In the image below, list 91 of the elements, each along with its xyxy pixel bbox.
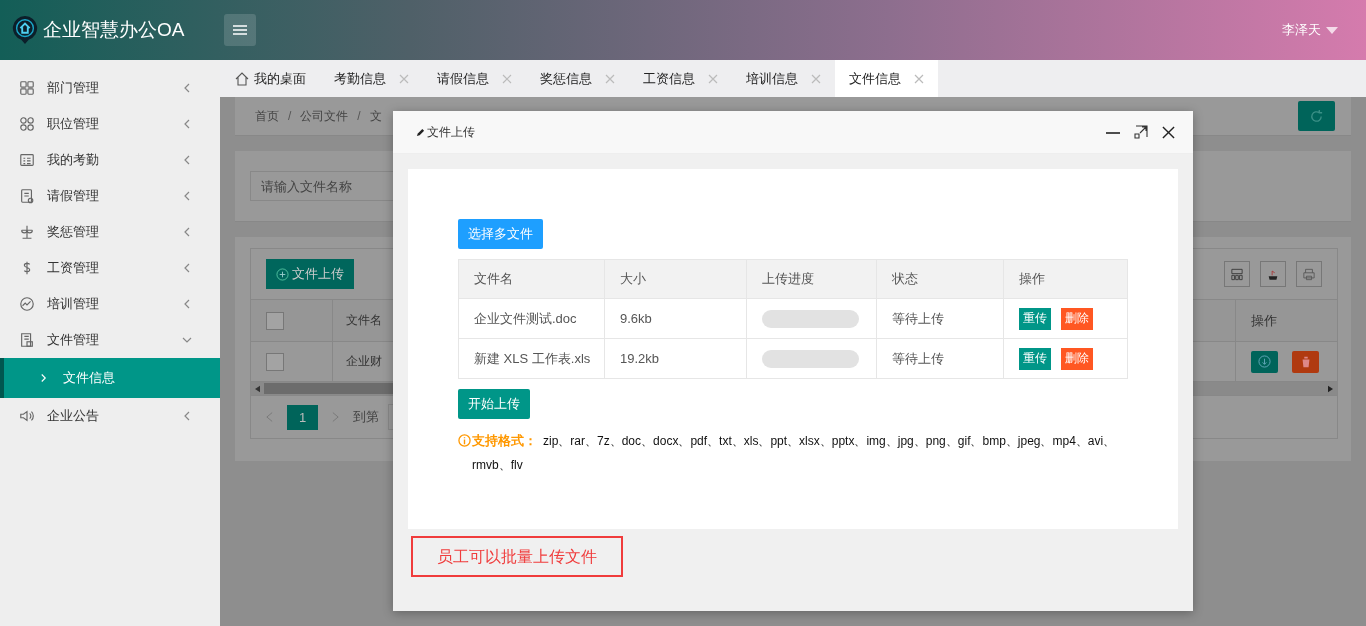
list-icon [19, 152, 35, 168]
annotation-note: 员工可以批量上传文件 [411, 536, 623, 577]
refresh-button[interactable] [1298, 101, 1335, 131]
upload-button[interactable]: 文件上传 [266, 259, 354, 289]
column-header: 操作 [1251, 311, 1277, 330]
table-cell: 等待上传 [876, 338, 1004, 379]
chart-icon [19, 296, 35, 312]
breadcrumb-separator: / [357, 109, 361, 123]
goto-label: 到第 [353, 408, 379, 426]
column-header: 上传进度 [746, 259, 877, 299]
sidebar-item[interactable]: 培训管理 [0, 286, 220, 322]
start-upload-button[interactable]: 开始上传 [458, 389, 530, 419]
chevron-icon [182, 83, 192, 93]
info-icon [458, 434, 471, 447]
sidebar-item[interactable]: 文件管理 [0, 322, 220, 358]
table-cell: 企业财 [346, 353, 382, 370]
sidebar-item[interactable]: 职位管理 [0, 106, 220, 142]
scale-icon [19, 224, 35, 240]
sidebar-item[interactable]: 请假管理 [0, 178, 220, 214]
home-icon [235, 71, 249, 86]
chevron-icon [182, 227, 192, 237]
column-header: 文件名 [346, 312, 382, 329]
circles-icon [19, 116, 35, 132]
column-header: 文件名 [458, 259, 605, 299]
breadcrumb-link[interactable]: 文 [369, 107, 382, 125]
app-title: 企业智慧办公OA [43, 18, 185, 42]
table-cell: 新建 XLS 工作表.xls [458, 338, 605, 379]
breadcrumb-link[interactable]: 首页 [255, 107, 279, 125]
table-cell: 等待上传 [876, 298, 1004, 339]
tab[interactable]: 请假信息 [423, 60, 526, 97]
tab[interactable]: 考勤信息 [320, 60, 423, 97]
chevron-icon [40, 373, 47, 383]
chevron-icon [182, 155, 192, 165]
breadcrumb-link[interactable]: 公司文件 [300, 107, 349, 125]
retry-button[interactable]: 重传 [1019, 307, 1051, 330]
caret-icon [1326, 26, 1338, 34]
plus-icon [276, 267, 289, 281]
menu-button[interactable] [224, 14, 257, 46]
chevron-icon [182, 119, 192, 129]
sidebar-item[interactable]: 企业公告 [0, 398, 220, 434]
formats-text: 支持格式： zip、rar、7z、doc、docx、pdf、txt、xls、ppt、xlsx、pptx、img、jpg、png、gif、bmp、jpeg、mp4、avi、rmvb、flv [472, 432, 1117, 474]
checkbox[interactable] [266, 352, 284, 371]
file-icon [19, 332, 35, 348]
previous-page-icon[interactable] [266, 411, 273, 423]
page-button[interactable]: 1 [287, 404, 318, 430]
scroll-right-icon[interactable] [1328, 384, 1333, 393]
chevron-icon [182, 263, 192, 273]
tab[interactable]: 我的桌面 [220, 60, 320, 97]
table-cell: 企业文件测试.doc [458, 298, 605, 339]
close-icon[interactable] [1162, 125, 1175, 139]
next-page-icon[interactable] [332, 411, 339, 423]
column-header: 大小 [604, 259, 747, 299]
chevron-icon [182, 191, 192, 201]
print-button[interactable] [1296, 261, 1322, 287]
menu-icon [233, 24, 248, 36]
print-icon [1303, 267, 1315, 281]
columns-button[interactable] [1224, 261, 1250, 287]
chevron-icon [182, 335, 192, 345]
sidebar-item[interactable]: 奖惩管理 [0, 214, 220, 250]
sidebar-subitem[interactable]: 文件信息 [0, 358, 220, 398]
speaker-icon [19, 408, 35, 424]
column-header: 操作 [1003, 259, 1128, 299]
chevron-icon [182, 411, 192, 421]
tab[interactable]: 工资信息 [629, 60, 732, 97]
refresh-icon [1309, 108, 1324, 124]
tab[interactable]: 培训信息 [732, 60, 835, 97]
export-icon [1267, 267, 1279, 281]
export-button[interactable] [1260, 261, 1286, 287]
columns-icon [1231, 267, 1243, 281]
download-button[interactable] [1251, 350, 1278, 373]
tab[interactable]: 奖惩信息 [526, 60, 629, 97]
delete-button[interactable] [1292, 350, 1319, 373]
retry-button[interactable]: 重传 [1019, 347, 1051, 370]
chevron-icon [182, 299, 192, 309]
dialog-title: 文件上传 [427, 123, 475, 141]
column-header: 状态 [876, 259, 1004, 299]
grid-icon [19, 80, 35, 96]
document-icon [19, 188, 35, 204]
sidebar-item[interactable]: 工资管理 [0, 250, 220, 286]
logo-icon [12, 15, 38, 45]
breadcrumb-separator: / [288, 109, 292, 123]
scroll-left-icon[interactable] [255, 384, 260, 393]
checkbox[interactable] [266, 311, 284, 330]
table-cell: 9.6kb [604, 298, 747, 339]
download-icon [1258, 355, 1271, 368]
tab[interactable]: 文件信息 [835, 60, 938, 97]
table-cell: 19.2kb [604, 338, 747, 379]
pencil-icon [416, 127, 425, 137]
sidebar-item[interactable]: 部门管理 [0, 70, 220, 106]
sidebar-item[interactable]: 我的考勤 [0, 142, 220, 178]
maximize-icon[interactable] [1134, 125, 1148, 139]
